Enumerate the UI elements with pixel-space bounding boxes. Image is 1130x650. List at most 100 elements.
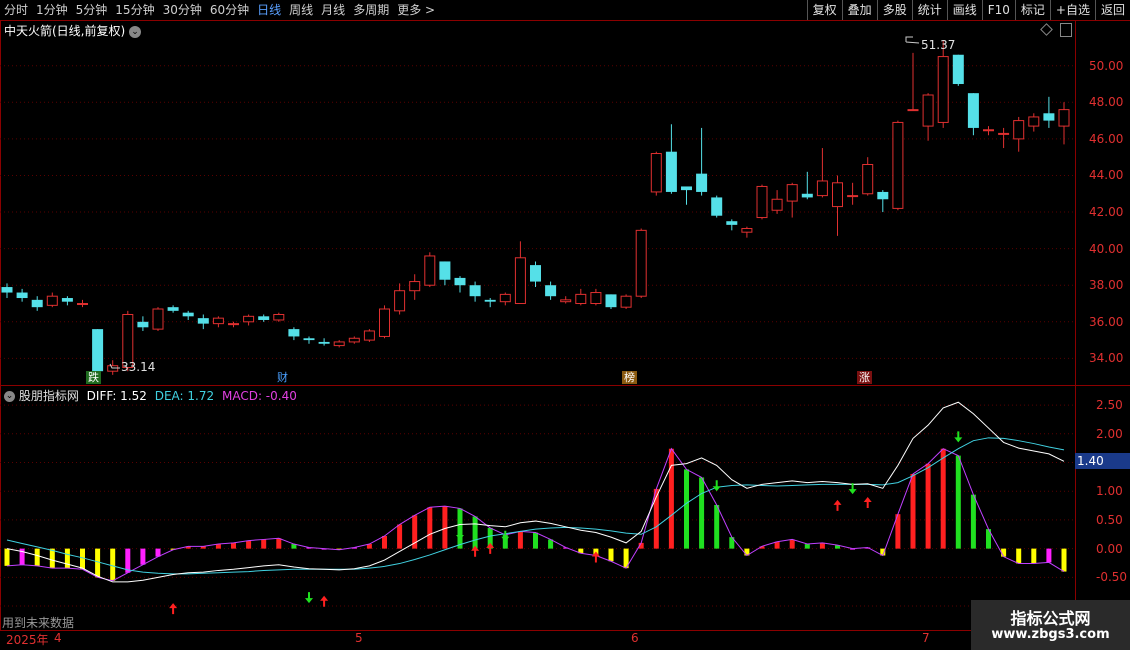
- price-tick-2: 46.00: [1089, 131, 1124, 146]
- macd-bar: [940, 448, 946, 549]
- period-tabs: 分时 1分钟 5分钟 15分钟 30分钟 60分钟 日线 周线 月线 多周期 更多 >: [0, 0, 439, 20]
- period-tab-0[interactable]: 分时: [0, 0, 32, 20]
- candle-body-down: [484, 299, 496, 302]
- low-price-label: 33.14: [121, 360, 156, 374]
- candle-body-down: [726, 221, 738, 225]
- macd-bar: [699, 477, 705, 549]
- candle-body-down: [967, 93, 979, 128]
- candle-body-up: [922, 94, 934, 127]
- macd-bar: [804, 544, 810, 549]
- candlestick-chart[interactable]: [0, 20, 1074, 384]
- time-axis: 2025年 4 5 6 7: [0, 630, 1130, 650]
- candle-body-up: [514, 257, 526, 305]
- candle-body-up: [46, 295, 58, 306]
- candle-body-up: [1013, 120, 1025, 140]
- toolbar-button-4[interactable]: 画线: [946, 0, 982, 20]
- candle-body-up: [424, 255, 436, 286]
- period-tab-2[interactable]: 5分钟: [72, 0, 112, 20]
- period-tab-8[interactable]: 月线: [317, 0, 349, 20]
- indicator-tick-0: 2.50: [1096, 398, 1123, 413]
- candle-body-up: [771, 198, 783, 211]
- top-toolbar: 分时 1分钟 5分钟 15分钟 30分钟 60分钟 日线 周线 月线 多周期 更多 > 复权 叠加 多股…: [0, 0, 1130, 21]
- indicator-tick-5: 0.00: [1096, 541, 1123, 556]
- candle-body-up: [832, 182, 843, 208]
- toolbar-button-3[interactable]: 统计: [911, 0, 947, 20]
- period-tab-5[interactable]: 60分钟: [206, 0, 253, 20]
- period-tab-9[interactable]: 多周期: [349, 0, 393, 20]
- macd-bar: [49, 548, 55, 569]
- candle-body-up: [620, 295, 632, 308]
- candle-body-down: [696, 173, 708, 192]
- watermark-url: www.zbgs3.com: [991, 627, 1110, 642]
- candle-body-down: [454, 277, 466, 286]
- candle-body-up: [333, 341, 345, 347]
- period-tab-1[interactable]: 1分钟: [32, 0, 72, 20]
- sell-arrow-icon: [501, 530, 510, 542]
- candle-body-up: [650, 153, 662, 193]
- macd-bar: [925, 463, 931, 549]
- price-tick-6: 38.00: [1089, 278, 1124, 293]
- high-marker-line: [905, 36, 920, 44]
- macd-bar: [427, 507, 433, 549]
- macd-bar: [517, 531, 523, 549]
- toolbar-button-8[interactable]: 返回: [1094, 0, 1130, 20]
- buy-arrow-icon: [320, 595, 329, 607]
- candle-body-down: [952, 54, 964, 85]
- candle-body-down: [801, 193, 813, 198]
- candle-body-up: [1028, 116, 1040, 127]
- indicator-tick-6: -0.50: [1096, 570, 1128, 585]
- macd-bar: [714, 504, 720, 549]
- badge-rise[interactable]: 涨: [857, 371, 872, 384]
- candle-body-up: [635, 229, 647, 297]
- price-tick-5: 40.00: [1089, 241, 1124, 256]
- period-tab-6[interactable]: 日线: [253, 0, 285, 20]
- macd-bar: [34, 548, 40, 566]
- toolbar-button-6[interactable]: 标记: [1014, 0, 1050, 20]
- watermark: 指标公式网 www.zbgs3.com: [971, 600, 1130, 650]
- candle-body-up: [575, 293, 587, 305]
- price-tick-3: 44.00: [1089, 168, 1124, 183]
- macd-bar: [80, 548, 85, 570]
- candle-body-down: [665, 151, 677, 192]
- macd-bar: [910, 473, 916, 549]
- candle-body-down: [711, 197, 723, 216]
- x-label-apr: 4: [54, 631, 62, 645]
- candle-body-up: [741, 228, 753, 233]
- macd-bar: [472, 516, 478, 549]
- candle-body-up: [409, 281, 421, 292]
- candle-body-down: [303, 338, 315, 341]
- indicator-tick-3: 1.00: [1096, 484, 1123, 499]
- macd-bar: [64, 548, 70, 569]
- indicator-yaxis-frame: [1075, 385, 1130, 631]
- period-tab-4[interactable]: 30分钟: [159, 0, 206, 20]
- sell-arrow-icon: [305, 592, 313, 604]
- candle-body-down: [1043, 113, 1055, 121]
- macd-bar: [110, 548, 116, 581]
- toolbar-button-7[interactable]: +自选: [1049, 0, 1095, 20]
- period-tab-3[interactable]: 15分钟: [111, 0, 158, 20]
- badge-list[interactable]: 榜: [622, 371, 637, 384]
- toolbar-button-5[interactable]: F10: [981, 0, 1015, 20]
- candle-body-up: [862, 164, 874, 195]
- x-label-year: 2025年: [6, 633, 49, 647]
- candle-body-up: [892, 121, 904, 209]
- toolbar-button-2[interactable]: 多股: [876, 0, 912, 20]
- candle-body-down: [258, 316, 270, 320]
- period-tab-10[interactable]: 更多 >: [393, 0, 439, 20]
- macd-bar: [970, 494, 976, 549]
- period-tab-7[interactable]: 周线: [285, 0, 317, 20]
- toolbar-button-0[interactable]: 复权: [806, 0, 842, 20]
- toolbar-button-1[interactable]: 叠加: [841, 0, 877, 20]
- candle-body-up: [983, 129, 994, 132]
- candle-body-up: [499, 293, 511, 303]
- macd-bar: [1046, 548, 1052, 563]
- macd-bar: [1061, 548, 1067, 572]
- badge-finance[interactable]: 财: [275, 371, 290, 384]
- candle-body-down: [197, 318, 209, 324]
- macd-bar: [955, 455, 961, 549]
- badge-drop[interactable]: 跌: [86, 371, 101, 384]
- macd-chart[interactable]: [0, 385, 1074, 629]
- macd-bar: [231, 542, 236, 549]
- current-value-box: 1.40: [1075, 453, 1130, 469]
- candle-body-down: [439, 261, 451, 280]
